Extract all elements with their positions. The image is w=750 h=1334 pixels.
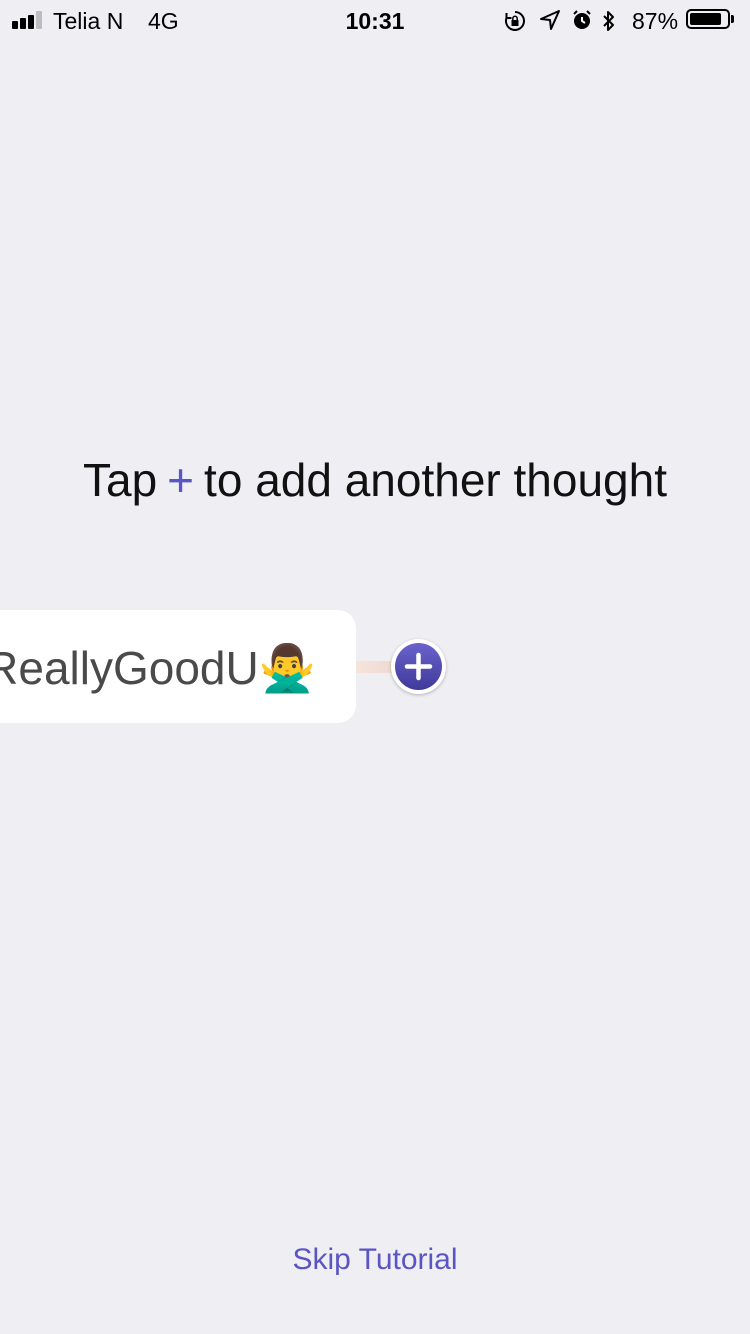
add-thought-button[interactable] bbox=[391, 639, 446, 694]
hint-prefix: Tap bbox=[83, 454, 158, 506]
skip-tutorial-button[interactable]: Skip Tutorial bbox=[0, 1243, 750, 1277]
hint-suffix: to add another thought bbox=[204, 454, 667, 506]
battery-percentage: 87% bbox=[632, 8, 679, 34]
alarm-icon bbox=[571, 9, 593, 37]
rotation-lock-icon bbox=[503, 9, 527, 39]
plus-icon bbox=[404, 652, 433, 681]
battery-level bbox=[690, 13, 721, 25]
tutorial-hint: Tap + to add another thought bbox=[0, 453, 750, 507]
plus-icon: + bbox=[167, 454, 195, 506]
thought-node[interactable]: ReallyGoodU🙅‍♂️ bbox=[0, 610, 356, 723]
location-icon bbox=[539, 9, 561, 37]
battery-icon bbox=[686, 9, 730, 29]
bluetooth-icon bbox=[601, 9, 617, 39]
thought-text: ReallyGoodU🙅‍♂️ bbox=[0, 642, 316, 694]
node-connector bbox=[356, 661, 396, 673]
status-bar: Telia N 4G 10:31 87% bbox=[0, 0, 750, 40]
battery-cap bbox=[731, 15, 734, 23]
